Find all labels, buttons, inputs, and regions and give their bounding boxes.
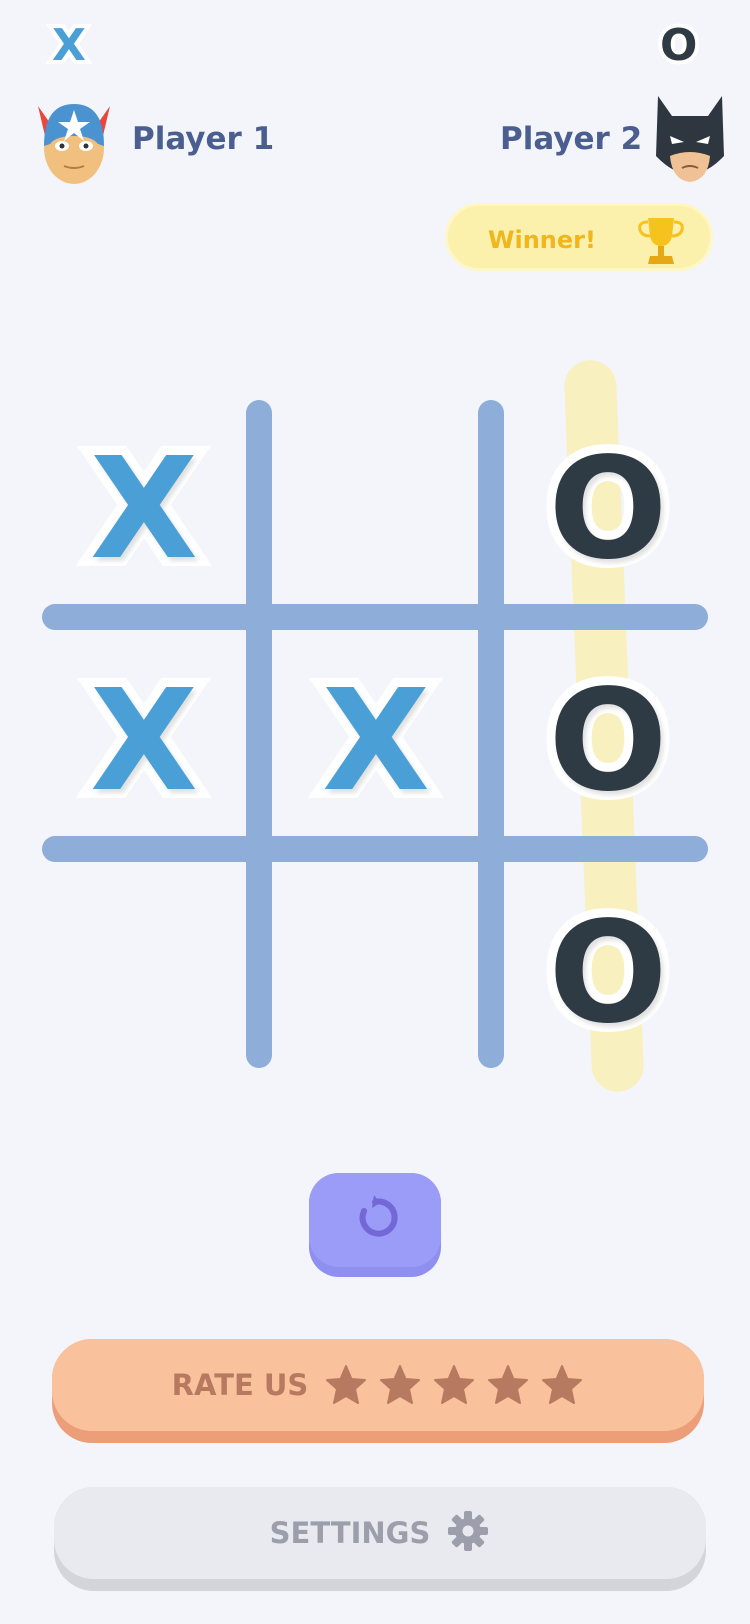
board-cell-0-0[interactable]: X	[44, 410, 244, 610]
winner-badge: Winner!	[445, 203, 713, 271]
cell-mark: X	[313, 660, 439, 823]
player1-marker: X	[48, 20, 90, 72]
bat-hero-icon	[648, 96, 732, 186]
gear-icon	[446, 1509, 490, 1557]
player2-marker: O	[656, 20, 701, 72]
cell-mark: O	[539, 892, 676, 1055]
board-cell-2-1[interactable]	[276, 874, 476, 1074]
board-cell-1-0[interactable]: X	[44, 642, 244, 842]
cell-mark: O	[539, 660, 676, 823]
cell-mark: X	[81, 428, 207, 591]
grid-line-vertical-1	[246, 400, 272, 1068]
star-icon	[434, 1365, 475, 1404]
star-icon	[380, 1365, 421, 1404]
board-cell-0-2[interactable]: O	[508, 410, 708, 610]
winner-label: Winner!	[488, 226, 596, 254]
cell-mark: X	[81, 660, 207, 823]
board-cell-1-1[interactable]: X	[276, 642, 476, 842]
board-cell-2-0[interactable]	[44, 874, 244, 1074]
settings-label: SETTINGS	[269, 1516, 431, 1550]
cell-mark: O	[539, 428, 676, 591]
grid-line-vertical-2	[478, 400, 504, 1068]
restart-icon	[350, 1193, 400, 1247]
rate-us-button[interactable]: RATE US	[52, 1339, 704, 1443]
player1-name: Player 1	[132, 121, 275, 157]
star-icon	[326, 1365, 367, 1404]
restart-button[interactable]	[309, 1173, 441, 1277]
captain-hero-icon	[32, 96, 116, 186]
trophy-icon	[636, 214, 686, 266]
settings-button[interactable]: SETTINGS	[54, 1487, 706, 1591]
star-icon	[488, 1365, 529, 1404]
player2-name: Player 2	[500, 121, 643, 157]
rate-us-label: RATE US	[171, 1368, 309, 1402]
board-cell-2-2[interactable]: O	[508, 874, 708, 1074]
board-cell-0-1[interactable]	[276, 410, 476, 610]
star-icon	[542, 1365, 583, 1404]
board-cell-1-2[interactable]: O	[508, 642, 708, 842]
